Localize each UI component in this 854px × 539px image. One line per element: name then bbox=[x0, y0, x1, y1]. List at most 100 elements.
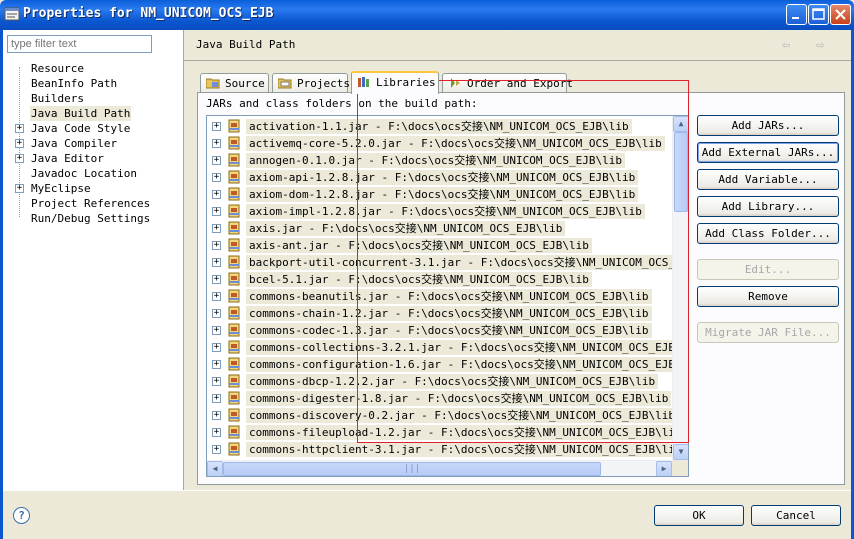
cancel-button[interactable]: Cancel bbox=[751, 505, 841, 526]
jar-icon bbox=[228, 136, 240, 150]
tab-libraries[interactable]: Libraries bbox=[351, 71, 439, 94]
expand-icon[interactable]: + bbox=[212, 411, 221, 420]
library-row[interactable]: + commons-httpclient-3.1.jar - F:\docs\oc… bbox=[207, 441, 685, 458]
expand-icon[interactable]: + bbox=[212, 343, 221, 352]
expand-icon[interactable]: + bbox=[15, 139, 24, 148]
expand-icon[interactable]: + bbox=[212, 309, 221, 318]
sidebar-item-label: Java Editor bbox=[31, 152, 104, 165]
expand-icon[interactable]: + bbox=[212, 122, 221, 131]
sidebar-item-javadoc-location[interactable]: Javadoc Location bbox=[3, 166, 183, 181]
library-row[interactable]: + axis.jar - F:\docs\ocs交接\NM_UNICOM_OCS_… bbox=[207, 220, 672, 237]
add-class-folder-button[interactable]: Add Class Folder... bbox=[697, 223, 839, 244]
expand-icon[interactable]: + bbox=[212, 377, 221, 386]
library-row[interactable]: + commons-dbcp-1.2.2.jar - F:\docs\ocs交接\… bbox=[207, 373, 672, 390]
sidebar-item-builders[interactable]: Builders bbox=[3, 91, 183, 106]
vertical-scroll-thumb[interactable] bbox=[674, 132, 688, 212]
add-variable-button[interactable]: Add Variable... bbox=[697, 169, 839, 190]
sidebar-item-java-code-style[interactable]: + Java Code Style bbox=[3, 121, 183, 136]
sidebar-item-java-build-path[interactable]: Java Build Path bbox=[3, 106, 183, 121]
vertical-scrollbar[interactable]: ▲ ▼ bbox=[672, 116, 688, 460]
library-row[interactable]: + commons-collections-3.2.1.jar - F:\docs… bbox=[207, 339, 688, 356]
expand-icon[interactable]: + bbox=[212, 445, 221, 454]
scroll-down-icon[interactable]: ▼ bbox=[673, 444, 688, 460]
library-list[interactable]: + activation-1.1.jar - F:\docs\ocs交接\NM_U… bbox=[206, 115, 689, 477]
tab-projects[interactable]: Projects bbox=[272, 73, 350, 93]
expand-icon[interactable]: + bbox=[212, 173, 221, 182]
expand-icon[interactable]: + bbox=[212, 292, 221, 301]
filter-input[interactable] bbox=[7, 35, 152, 53]
help-icon[interactable]: ? bbox=[13, 507, 30, 524]
library-row[interactable]: + commons-codec-1.3.jar - F:\docs\ocs交接\N… bbox=[207, 322, 672, 339]
scroll-up-icon[interactable]: ▲ bbox=[673, 116, 688, 132]
properties-icon bbox=[4, 7, 20, 21]
expand-icon[interactable]: + bbox=[212, 275, 221, 284]
library-row[interactable]: + axiom-impl-1.2.8.jar - F:\docs\ocs交接\NM… bbox=[207, 203, 672, 220]
library-row[interactable]: + backport-util-concurrent-3.1.jar - F:\d… bbox=[207, 254, 688, 271]
expand-icon[interactable]: + bbox=[212, 156, 221, 165]
library-row[interactable]: + commons-beanutils.jar - F:\docs\ocs交接\N… bbox=[207, 288, 672, 305]
expand-icon[interactable]: + bbox=[15, 124, 24, 133]
expand-icon[interactable]: + bbox=[15, 184, 24, 193]
sidebar-item-project-references[interactable]: Project References bbox=[3, 196, 183, 211]
forward-arrow-icon[interactable]: ⇨ bbox=[816, 37, 824, 53]
add-external-jars-button[interactable]: Add External JARs... bbox=[697, 142, 839, 163]
library-row[interactable]: + commons-fileupload-1.2.jar - F:\docs\oc… bbox=[207, 424, 685, 441]
jar-icon bbox=[228, 306, 240, 320]
library-entry-label: commons-beanutils.jar - F:\docs\ocs交接\NM… bbox=[246, 289, 652, 304]
add-jars-button[interactable]: Add JARs... bbox=[697, 115, 839, 136]
sidebar-item-java-editor[interactable]: + Java Editor bbox=[3, 151, 183, 166]
tab-order-and-export[interactable]: Order and Export bbox=[442, 73, 573, 93]
horizontal-scrollbar[interactable]: ◀ ||| ▶ bbox=[207, 460, 672, 476]
expand-icon[interactable]: + bbox=[212, 241, 221, 250]
scroll-left-icon[interactable]: ◀ bbox=[207, 461, 223, 476]
maximize-button[interactable] bbox=[808, 4, 829, 25]
library-row[interactable]: + axiom-api-1.2.8.jar - F:\docs\ocs交接\NM_… bbox=[207, 169, 672, 186]
expand-icon[interactable]: + bbox=[15, 154, 24, 163]
expand-icon[interactable]: + bbox=[212, 428, 221, 437]
library-row[interactable]: + axis-ant.jar - F:\docs\ocs交接\NM_UNICOM_… bbox=[207, 237, 672, 254]
expand-icon[interactable]: + bbox=[212, 360, 221, 369]
expand-icon[interactable]: + bbox=[212, 326, 221, 335]
expand-icon[interactable]: + bbox=[212, 139, 221, 148]
migrate-jar-file-button[interactable]: Migrate JAR File... bbox=[697, 322, 839, 343]
sidebar-item-java-compiler[interactable]: + Java Compiler bbox=[3, 136, 183, 151]
sidebar-item-label: Builders bbox=[31, 92, 84, 105]
remove-button[interactable]: Remove bbox=[697, 286, 839, 307]
library-row[interactable]: + activation-1.1.jar - F:\docs\ocs交接\NM_U… bbox=[207, 118, 672, 135]
jar-icon bbox=[228, 153, 240, 167]
library-row[interactable]: + activemq-core-5.2.0.jar - F:\docs\ocs交接… bbox=[207, 135, 672, 152]
expand-icon[interactable]: + bbox=[212, 190, 221, 199]
library-row[interactable]: + commons-configuration-1.6.jar - F:\docs… bbox=[207, 356, 688, 373]
expand-icon[interactable]: + bbox=[212, 224, 221, 233]
library-row[interactable]: + annogen-0.1.0.jar - F:\docs\ocs交接\NM_UN… bbox=[207, 152, 672, 169]
window-title: Properties for NM_UNICOM_OCS_EJB bbox=[23, 6, 274, 21]
close-button[interactable] bbox=[830, 4, 851, 25]
sidebar-item-beaninfo-path[interactable]: BeanInfo Path bbox=[3, 76, 183, 91]
title-bar[interactable]: Properties for NM_UNICOM_OCS_EJB bbox=[0, 0, 854, 30]
expand-icon[interactable]: + bbox=[212, 258, 221, 267]
library-row[interactable]: + bcel-5.1.jar - F:\docs\ocs交接\NM_UNICOM_… bbox=[207, 271, 672, 288]
library-row[interactable]: + axiom-dom-1.2.8.jar - F:\docs\ocs交接\NM_… bbox=[207, 186, 672, 203]
expand-icon[interactable]: + bbox=[212, 207, 221, 216]
ok-button[interactable]: OK bbox=[654, 505, 744, 526]
library-entry-label: commons-configuration-1.6.jar - F:\docs\… bbox=[246, 357, 688, 372]
library-row[interactable]: + commons-chain-1.2.jar - F:\docs\ocs交接\N… bbox=[207, 305, 672, 322]
library-entry-label: activation-1.1.jar - F:\docs\ocs交接\NM_UN… bbox=[246, 119, 632, 134]
scroll-right-icon[interactable]: ▶ bbox=[656, 461, 672, 476]
horizontal-scroll-thumb[interactable]: ||| bbox=[223, 462, 601, 476]
projects-icon bbox=[278, 78, 292, 89]
tab-label: Libraries bbox=[376, 76, 436, 89]
edit-button[interactable]: Edit... bbox=[697, 259, 839, 280]
library-row[interactable]: + commons-digester-1.8.jar - F:\docs\ocs交… bbox=[207, 390, 672, 407]
expand-icon[interactable]: + bbox=[212, 394, 221, 403]
library-entry-label: commons-httpclient-3.1.jar - F:\docs\ocs… bbox=[246, 442, 685, 457]
back-arrow-icon[interactable]: ⇦ bbox=[782, 37, 790, 53]
sidebar-item-run-debug-settings[interactable]: Run/Debug Settings bbox=[3, 211, 183, 226]
add-library-button[interactable]: Add Library... bbox=[697, 196, 839, 217]
library-row[interactable]: + commons-discovery-0.2.jar - F:\docs\ocs… bbox=[207, 407, 678, 424]
sidebar-item-myeclipse[interactable]: + MyEclipse bbox=[3, 181, 183, 196]
order-export-icon bbox=[451, 78, 460, 88]
sidebar-item-resource[interactable]: Resource bbox=[3, 61, 183, 76]
tab-source[interactable]: Source bbox=[200, 73, 269, 93]
minimize-button[interactable] bbox=[786, 4, 807, 25]
